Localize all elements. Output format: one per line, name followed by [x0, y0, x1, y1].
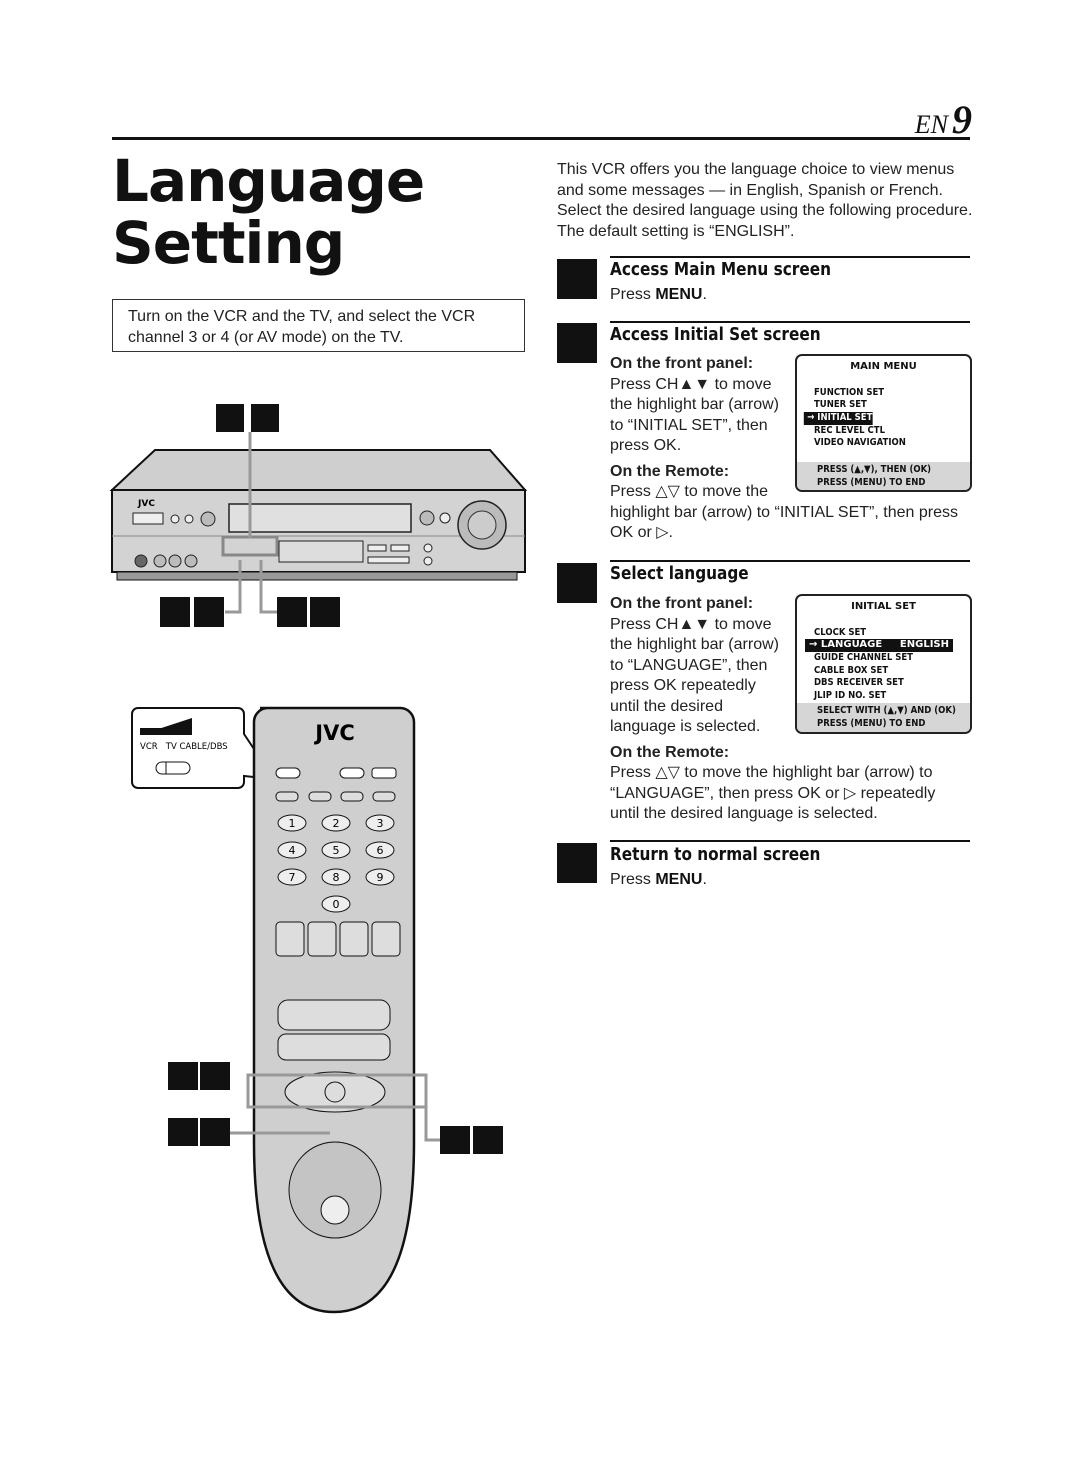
header-rule [112, 137, 970, 140]
keypad-label: 6 [377, 844, 384, 857]
step-2-marker [557, 323, 597, 363]
remote-illustration: VCR TV CABLE/DBS JVC 1 2 3 4 5 6 7 8 9 0 [131, 706, 503, 1314]
step-4-title: Return to normal screen [610, 844, 821, 865]
step-4-marker [557, 843, 597, 883]
page-title: Language Setting [112, 147, 425, 277]
highlight-bar: → INITIAL SET [803, 412, 873, 425]
divider [610, 321, 970, 323]
divider [610, 840, 970, 842]
step-3-title: Select language [610, 563, 749, 584]
divider [610, 256, 970, 258]
keypad-label: 3 [377, 817, 384, 830]
keypad-label: 5 [333, 844, 340, 857]
keypad-label: 7 [289, 871, 296, 884]
step-marker [216, 404, 244, 432]
language-value: ENGLISH [899, 639, 949, 651]
step-4-text: Press MENU. [610, 871, 707, 888]
keypad-label: 1 [289, 817, 296, 830]
step-marker [251, 404, 279, 432]
preparation-note: Turn on the VCR and the TV, and select t… [112, 299, 525, 352]
step-1-title: Access Main Menu screen [610, 259, 831, 280]
keypad-label: 4 [289, 844, 296, 857]
vcr-brand-logo: JVC [137, 499, 155, 509]
keypad-label: 8 [333, 871, 340, 884]
highlight-bar: → LANGUAGE ENGLISH [805, 639, 953, 653]
initial-set-screen: INITIAL SET CLOCK SET → LANGUAGE ENGLISH … [795, 594, 972, 734]
step-1-text: Press MENU. [610, 286, 707, 303]
remote-brand-logo: JVC [313, 721, 354, 745]
step-1-marker [557, 259, 597, 299]
intro-paragraph: This VCR offers you the language choice … [557, 161, 973, 240]
keypad-label: 2 [333, 817, 340, 830]
step-3-marker [557, 563, 597, 603]
vcr-illustration: JVC [109, 404, 528, 627]
keypad-label: 9 [377, 871, 384, 884]
step-2-title: Access Initial Set screen [610, 324, 821, 345]
page-number: EN 9 [914, 97, 972, 142]
divider [610, 560, 970, 562]
main-menu-screen: MAIN MENU FUNCTION SET TUNER SET → INITI… [795, 354, 972, 492]
keypad-label: 0 [333, 898, 340, 911]
mode-switch-labels: VCR TV CABLE/DBS [140, 742, 228, 752]
